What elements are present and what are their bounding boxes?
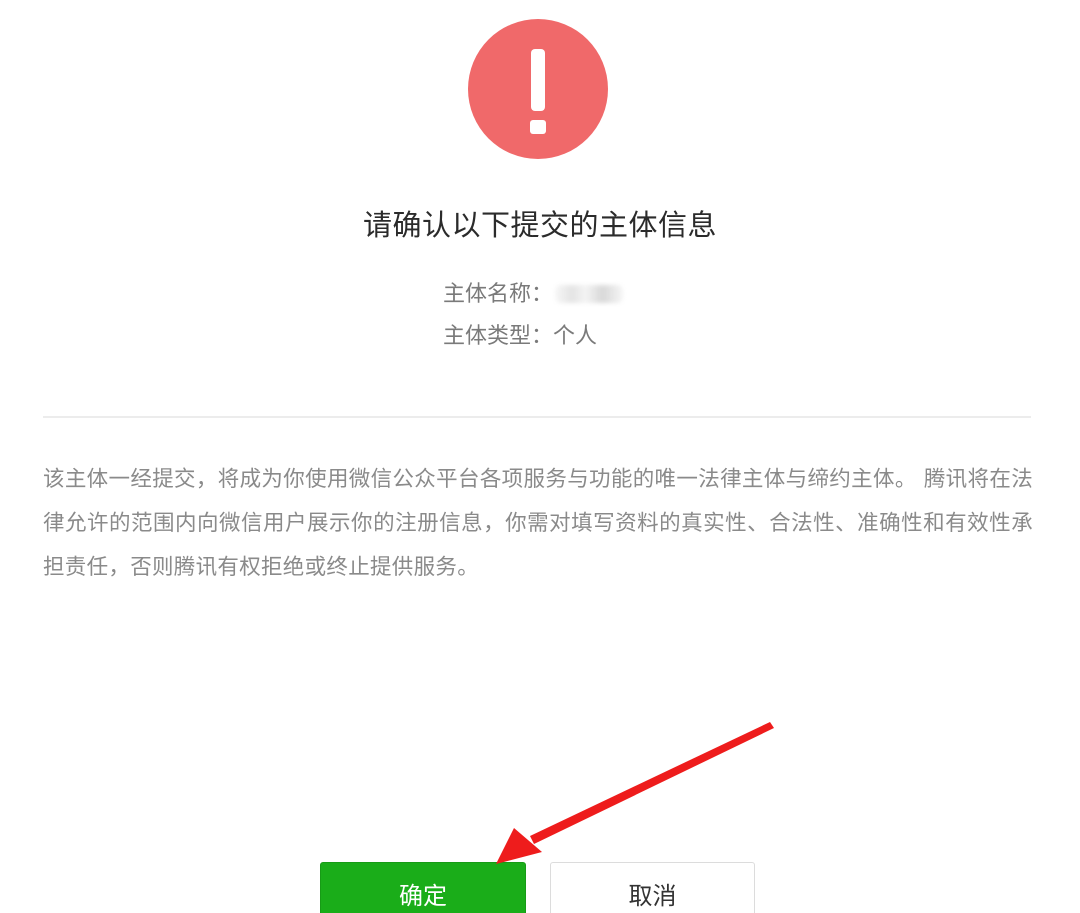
entity-name-row: 主体名称： bbox=[443, 276, 624, 308]
entity-name-label: 主体名称： bbox=[443, 282, 554, 307]
entity-type-label: 主体类型： bbox=[443, 324, 554, 349]
arrow-head bbox=[496, 828, 542, 864]
exclamation-circle-icon bbox=[468, 19, 608, 159]
entity-name-value-redacted bbox=[555, 285, 624, 303]
entity-type-value: 个人 bbox=[553, 324, 598, 349]
exclamation-bar bbox=[531, 49, 545, 111]
confirm-button[interactable]: 确定 bbox=[320, 862, 526, 913]
dialog-title: 请确认以下提交的主体信息 bbox=[362, 208, 717, 242]
entity-type-row: 主体类型：个人 bbox=[443, 318, 597, 350]
exclamation-dot bbox=[530, 120, 546, 134]
cancel-button[interactable]: 取消 bbox=[550, 862, 755, 913]
arrow-shaft bbox=[530, 722, 774, 844]
confirm-dialog: 请确认以下提交的主体信息 主体名称： 主体类型：个人 该主体一经提交，将成为你使… bbox=[0, 0, 1080, 913]
legal-notice-text: 该主体一经提交，将成为你使用微信公众平台各项服务与功能的唯一法律主体与缔约主体。… bbox=[43, 467, 1033, 580]
divider bbox=[43, 416, 1031, 418]
